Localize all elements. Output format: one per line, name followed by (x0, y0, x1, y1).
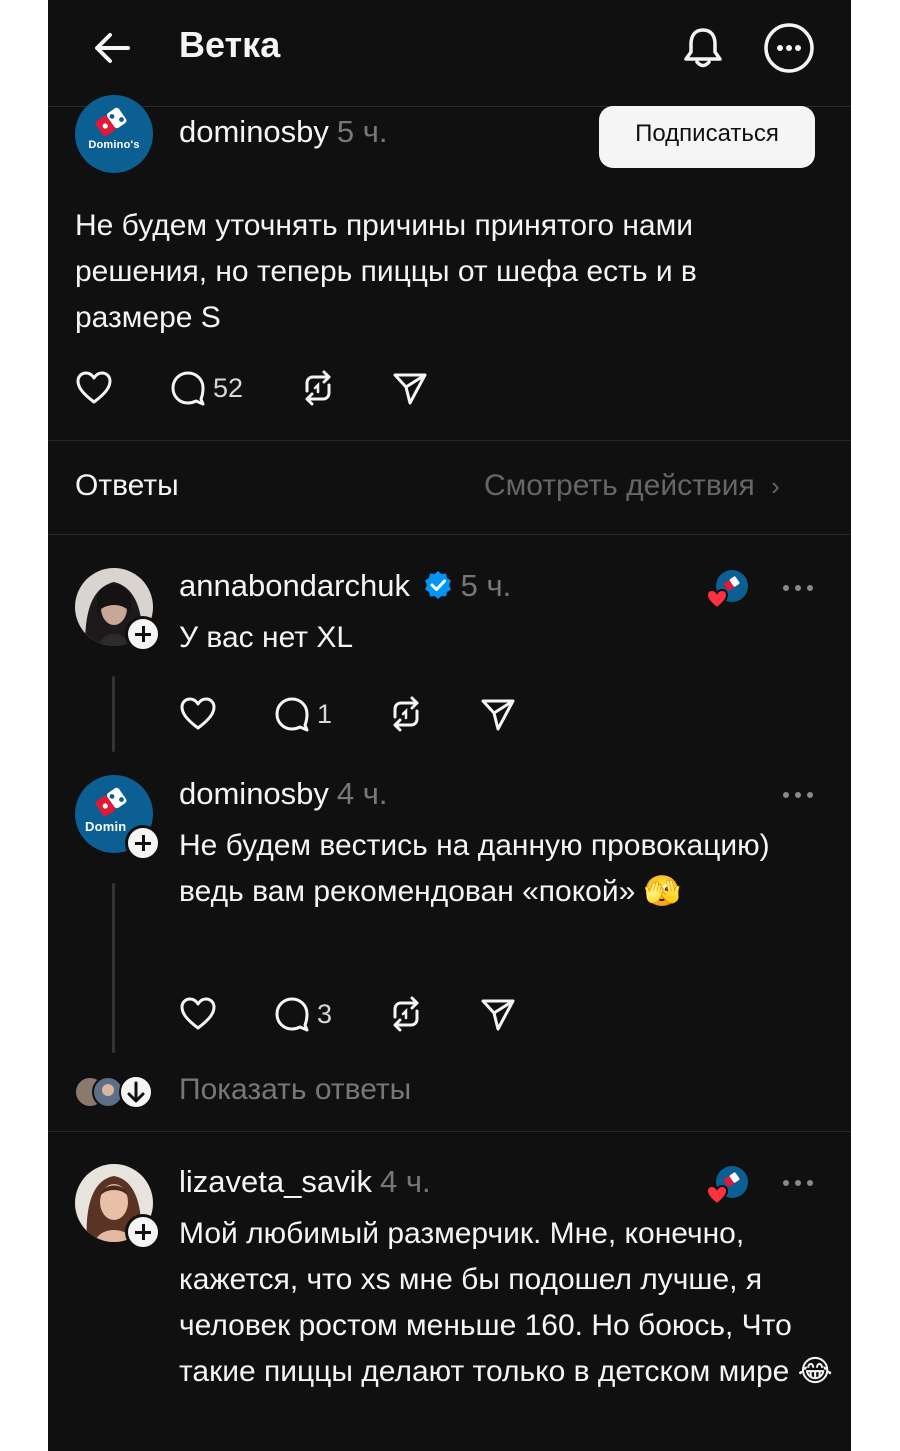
answers-heading: Ответы (75, 469, 179, 502)
author-liked-icon (705, 1164, 750, 1208)
dominos-logo-icon (95, 787, 127, 817)
thread-line (112, 676, 115, 752)
heart-icon (180, 997, 216, 1030)
comment-count: 1 (317, 698, 333, 729)
follow-plus-icon[interactable] (125, 616, 161, 652)
more-dots-icon[interactable] (778, 785, 818, 805)
reply-text: Мой любимый размерчик. Мне, конечно, каж… (179, 1211, 839, 1395)
section-divider (48, 534, 851, 535)
send-icon (393, 373, 427, 405)
post-author[interactable]: dominosby 5 ч. (179, 114, 388, 150)
bell-icon[interactable] (680, 24, 726, 70)
reply-time: 5 ч. (460, 568, 512, 603)
chevron-right-icon: › (771, 471, 780, 501)
follow-plus-icon[interactable] (125, 825, 161, 861)
repost-icon (305, 370, 331, 406)
show-replies-link[interactable]: Показать ответы (179, 1073, 411, 1107)
more-dots-icon[interactable] (778, 1173, 818, 1193)
repost-button[interactable] (299, 368, 337, 408)
post-time: 5 ч. (336, 114, 388, 149)
reply-time: 4 ч. (379, 1164, 431, 1199)
comment-button[interactable]: 1 (273, 694, 332, 734)
heart-icon (180, 697, 216, 730)
follow-button[interactable]: Подписаться (599, 106, 815, 168)
comment-icon (275, 997, 309, 1032)
view-activity-label: Смотреть действия (484, 469, 755, 502)
more-options-icon[interactable] (763, 22, 815, 74)
dominos-logo-icon (95, 107, 127, 137)
page-title: Ветка (179, 24, 281, 65)
share-button[interactable] (479, 694, 517, 734)
repost-button[interactable] (387, 994, 425, 1034)
repost-icon (393, 996, 419, 1032)
username[interactable]: dominosby (179, 114, 329, 149)
like-button[interactable] (179, 694, 217, 734)
username[interactable]: annabondarchuk (179, 568, 410, 603)
replier-avatars[interactable] (74, 1072, 154, 1112)
more-dots-icon[interactable] (778, 578, 818, 598)
avatar-brand-text: Domino's (88, 139, 140, 151)
repost-button[interactable] (387, 694, 425, 734)
top-bar: Ветка (48, 0, 851, 100)
comment-button[interactable]: 3 (273, 994, 332, 1034)
reply-author[interactable]: lizaveta_savik 4 ч. (179, 1164, 431, 1200)
section-divider (48, 440, 851, 441)
username[interactable]: lizaveta_savik (179, 1164, 372, 1199)
thread-line (112, 883, 115, 1053)
like-button[interactable] (179, 994, 217, 1034)
view-activity-link[interactable]: Смотреть действия › (484, 469, 780, 503)
back-arrow-icon[interactable] (90, 26, 134, 70)
repost-icon (393, 696, 419, 732)
heart-icon (76, 371, 112, 404)
reply-actions: 1 (179, 694, 599, 734)
reply-text-body: Мой любимый размерчик. Мне, конечно, каж… (179, 1217, 792, 1388)
post-actions: 52 (75, 368, 495, 408)
peeking-face-emoji: 🫣 (643, 875, 682, 908)
comment-count: 52 (213, 372, 244, 403)
author-liked-icon (705, 568, 750, 612)
reply-text: Не будем вестись на данную провокацию) в… (179, 823, 799, 915)
comment-icon (275, 697, 309, 732)
comment-icon (171, 371, 205, 406)
share-button[interactable] (391, 368, 429, 408)
like-button[interactable] (75, 368, 113, 408)
verified-badge-icon (424, 571, 451, 599)
reply-time: 4 ч. (336, 776, 388, 811)
section-divider (48, 1131, 851, 1132)
follow-plus-icon[interactable] (125, 1214, 161, 1250)
tears-of-joy-emoji: 😂 (797, 1355, 833, 1388)
avatar[interactable]: Domino's (75, 95, 153, 173)
reply-author[interactable]: dominosby 4 ч. (179, 776, 388, 812)
thread-screen: Ветка Domino's dominosby 5 ч. Подписаться… (48, 0, 851, 1451)
reply-text: У вас нет XL (179, 621, 354, 654)
reply-actions: 3 (179, 994, 599, 1034)
username[interactable]: dominosby (179, 776, 329, 811)
send-icon (481, 999, 515, 1031)
comment-button[interactable]: 52 (169, 368, 243, 408)
send-icon (481, 699, 515, 731)
post-text: Не будем уточнять причины принятого нами… (75, 209, 697, 334)
share-button[interactable] (479, 994, 517, 1034)
comment-count: 3 (317, 998, 333, 1029)
reply-text-body: Не будем вестись на данную провокацию) в… (179, 829, 770, 908)
reply-author[interactable]: annabondarchuk 5 ч. (179, 568, 511, 604)
